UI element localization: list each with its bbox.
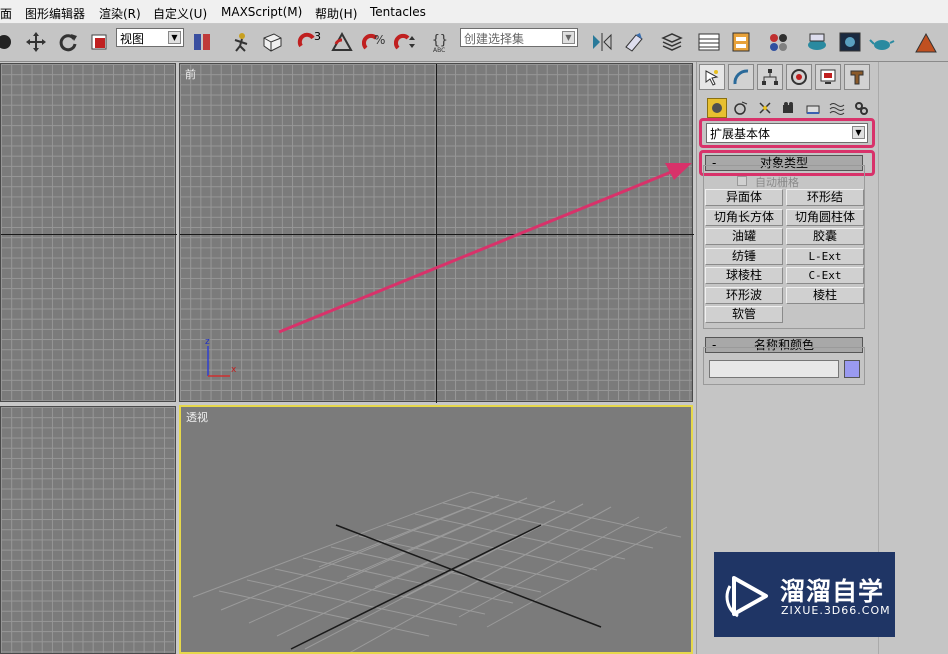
chamfer-cylinder-button[interactable]: 切角圆柱体 bbox=[786, 209, 864, 226]
object-color-swatch[interactable] bbox=[844, 360, 860, 378]
autogrid-checkbox[interactable] bbox=[737, 176, 747, 186]
chamfer-box-button[interactable]: 切角长方体 bbox=[705, 209, 783, 226]
geometry-category-icon[interactable] bbox=[707, 98, 727, 118]
hose-button[interactable]: 软管 bbox=[705, 306, 783, 323]
modify-tab-icon[interactable] bbox=[728, 64, 754, 90]
grid-axis-line bbox=[1, 234, 177, 235]
grid-axis-line-horizontal bbox=[180, 234, 694, 235]
named-selection-set-select[interactable]: 创建选择集 ▼ bbox=[460, 28, 578, 47]
c-ext-button[interactable]: C-Ext bbox=[786, 267, 864, 284]
autogrid-label: 自动栅格 bbox=[755, 176, 799, 189]
motion-tab-icon[interactable] bbox=[786, 64, 812, 90]
ring-wave-button[interactable]: 环形波 bbox=[705, 287, 783, 304]
svg-text:ABC: ABC bbox=[433, 47, 445, 54]
svg-text:3: 3 bbox=[314, 30, 321, 43]
hedra-button[interactable]: 异面体 bbox=[705, 189, 783, 206]
axis-x-label: x bbox=[231, 365, 237, 375]
l-ext-button[interactable]: L-Ext bbox=[786, 248, 864, 265]
rotate-icon[interactable] bbox=[54, 28, 82, 56]
object-name-field[interactable] bbox=[709, 360, 839, 378]
menu-item-customize[interactable]: 自定义(U) bbox=[153, 5, 207, 22]
reference-coordinate-value: 视图 bbox=[120, 32, 145, 46]
create-tab-icon[interactable] bbox=[699, 64, 725, 90]
systems-category-icon[interactable] bbox=[851, 98, 871, 118]
menu-item-maxscript[interactable]: MAXScript(M) bbox=[221, 5, 302, 19]
dropdown-arrow-icon: ▼ bbox=[168, 31, 181, 44]
highlight-box-category bbox=[699, 118, 875, 148]
torus-knot-button[interactable]: 环形结 bbox=[786, 189, 864, 206]
select-and-link-icon[interactable] bbox=[227, 28, 255, 56]
watermark-logo: 溜溜自学 ZIXUE.3D66.COM bbox=[714, 552, 895, 637]
watermark-title: 溜溜自学 bbox=[780, 577, 885, 606]
dropdown-arrow-icon: ▼ bbox=[562, 31, 575, 44]
svg-text:%: % bbox=[374, 33, 385, 47]
viewport-perspective[interactable]: 透视 bbox=[179, 405, 693, 654]
reference-coordinate-select[interactable]: 视图 ▼ bbox=[116, 28, 184, 47]
bind-to-space-warp-icon[interactable] bbox=[258, 28, 286, 56]
menu-item[interactable]: 面 bbox=[0, 5, 12, 22]
menu-bar: 面 图形编辑器 渲染(R) 自定义(U) MAXScript(M) 帮助(H) … bbox=[0, 0, 948, 24]
menu-item-help[interactable]: 帮助(H) bbox=[315, 5, 357, 22]
play-logo-icon bbox=[725, 576, 768, 618]
viewport-label-front: 前 bbox=[185, 68, 196, 81]
menu-item-rendering[interactable]: 渲染(R) bbox=[99, 5, 141, 22]
axis-tripod-icon: z x bbox=[205, 337, 237, 377]
mirror-icon[interactable] bbox=[588, 28, 616, 56]
select-object-icon[interactable] bbox=[0, 28, 18, 56]
tentacles-icon[interactable] bbox=[912, 28, 940, 56]
watermark-url: ZIXUE.3D66.COM bbox=[781, 604, 891, 617]
schematic-view-icon[interactable] bbox=[727, 28, 755, 56]
snap-3d-icon[interactable]: 3 bbox=[296, 28, 324, 56]
gengon-button[interactable]: 球棱柱 bbox=[705, 267, 783, 284]
menu-item-graph-editors[interactable]: 图形编辑器 bbox=[25, 5, 85, 22]
hierarchy-tab-icon[interactable] bbox=[757, 64, 783, 90]
helpers-category-icon[interactable] bbox=[803, 98, 823, 118]
viewport-front[interactable]: 前 z x bbox=[179, 63, 694, 403]
layer-manager-icon[interactable] bbox=[658, 28, 686, 56]
curve-editor-icon[interactable] bbox=[695, 28, 723, 56]
viewport-left[interactable] bbox=[0, 406, 176, 654]
spindle-button[interactable]: 纺锤 bbox=[705, 248, 783, 265]
pivot-center-icon[interactable] bbox=[188, 28, 216, 56]
scale-icon[interactable] bbox=[85, 28, 113, 56]
named-selection-placeholder: 创建选择集 bbox=[464, 32, 525, 46]
render-teapot-icon[interactable] bbox=[868, 28, 896, 56]
shapes-category-icon[interactable] bbox=[731, 98, 751, 118]
perspective-grid bbox=[192, 491, 682, 652]
capsule-button[interactable]: 胶囊 bbox=[786, 228, 864, 245]
render-setup-icon[interactable] bbox=[803, 28, 831, 56]
svg-text:{}: {} bbox=[432, 33, 448, 48]
space-warps-category-icon[interactable] bbox=[827, 98, 847, 118]
viewport-top[interactable] bbox=[0, 63, 177, 402]
menu-item-tentacles[interactable]: Tentacles bbox=[370, 5, 426, 19]
display-tab-icon[interactable] bbox=[815, 64, 841, 90]
percent-snap-icon[interactable]: % bbox=[360, 28, 388, 56]
prism-button[interactable]: 棱柱 bbox=[786, 287, 864, 304]
spinner-snap-icon[interactable] bbox=[392, 28, 420, 56]
cameras-category-icon[interactable] bbox=[779, 98, 799, 118]
axis-z-label: z bbox=[205, 337, 210, 347]
angle-snap-icon[interactable] bbox=[328, 28, 356, 56]
material-editor-icon[interactable] bbox=[765, 28, 793, 56]
edit-named-selection-icon[interactable]: {} ABC bbox=[428, 28, 456, 56]
align-icon[interactable] bbox=[620, 28, 648, 56]
main-toolbar: 视图 ▼ 3 % {} ABC 创建选择集 ▼ bbox=[0, 24, 948, 62]
lights-category-icon[interactable] bbox=[755, 98, 775, 118]
utilities-tab-icon[interactable] bbox=[844, 64, 870, 90]
oil-tank-button[interactable]: 油罐 bbox=[705, 228, 783, 245]
rendered-frame-window-icon[interactable] bbox=[836, 28, 864, 56]
move-icon[interactable] bbox=[22, 28, 50, 56]
